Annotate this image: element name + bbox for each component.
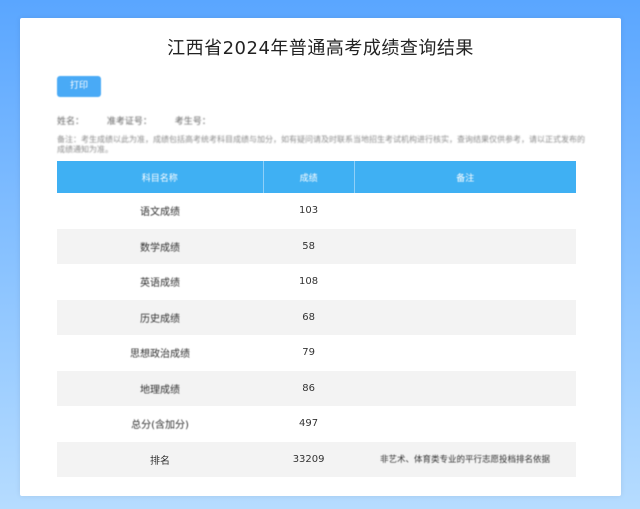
subject-cell: 语文成绩 — [57, 193, 263, 229]
note-cell — [354, 335, 576, 371]
table-row: 思想政治成绩 79 — [57, 335, 576, 371]
score-cell: 103 — [299, 205, 319, 217]
table-row: 排名 33209 非艺术、体育类专业的平行志愿投档排名依据 — [57, 441, 576, 477]
name-label: 姓名： — [57, 117, 85, 127]
note-cell — [354, 264, 576, 300]
score-cell: 86 — [263, 370, 355, 406]
exam-number-label: 准考证号： — [106, 117, 152, 127]
subject-cell: 历史成绩 — [57, 299, 264, 335]
subject-text: 历史成绩 — [140, 313, 181, 325]
print-button[interactable]: 打印 — [57, 76, 101, 97]
subject-cell: 地理成绩 — [57, 370, 264, 406]
header-subject-label: 科目名称 — [141, 173, 178, 184]
note-cell — [354, 370, 576, 406]
subject-cell: 总分(含加分) — [57, 406, 263, 442]
score-cell: 58 — [263, 228, 355, 264]
page-title: 江西省2024年普通高考成绩查询结果 — [167, 38, 474, 59]
subject-cell: 排名 — [57, 441, 264, 477]
note-cell — [354, 193, 576, 229]
note-cell: 非艺术、体育类专业的平行志愿投档排名依据 — [354, 441, 576, 477]
header-score-label: 成绩 — [299, 173, 318, 184]
header-note: 备注 — [354, 161, 576, 193]
subject-text: 思想政治成绩 — [130, 349, 191, 361]
note-text: 非艺术、体育类专业的平行志愿投档排名依据 — [380, 455, 551, 466]
table-row: 总分(含加分) 497 — [57, 406, 576, 442]
results-card: 江西省2024年普通高考成绩查询结果 打印 姓名： 准考证号： 考生号： 备注：… — [20, 18, 621, 496]
subject-cell: 数学成绩 — [57, 228, 264, 264]
subject-cell: 思想政治成绩 — [57, 335, 263, 371]
subject-cell: 英语成绩 — [57, 264, 263, 300]
subject-text: 总分(含加分) — [131, 420, 189, 432]
note-cell — [354, 299, 576, 335]
header-note-label: 备注 — [456, 173, 475, 184]
subject-text: 数学成绩 — [140, 242, 181, 254]
subject-text: 英语成绩 — [140, 278, 181, 290]
table-row: 数学成绩 58 — [57, 228, 576, 264]
remarks-note: 备注：考生成绩以此为准，成绩包括高考统考科目成绩与加分，如有疑问请及时联系当地招… — [57, 135, 585, 154]
score-cell: 68 — [263, 299, 355, 335]
table-row: 英语成绩 108 — [57, 264, 576, 300]
table-header-row: 科目名称 成绩 备注 — [57, 161, 576, 193]
score-cell: 108 — [299, 276, 319, 288]
score-cell: 33209 — [263, 441, 355, 477]
table-row: 历史成绩 68 — [57, 299, 576, 335]
score-cell: 497 — [299, 418, 319, 430]
table-row: 语文成绩 103 — [57, 193, 576, 229]
score-cell: 79 — [302, 347, 315, 359]
note-cell — [354, 406, 576, 442]
score-table: 科目名称 成绩 备注 语文成绩 103 数学成绩 58 英语成绩 108 历史成… — [57, 161, 576, 477]
table-row: 地理成绩 86 — [57, 370, 576, 406]
subject-text: 地理成绩 — [140, 384, 181, 396]
header-score: 成绩 — [263, 161, 355, 193]
candidate-number-label: 考生号： — [174, 117, 211, 127]
candidate-info: 姓名： 准考证号： 考生号： — [57, 114, 231, 127]
subject-text: 语文成绩 — [140, 207, 181, 219]
subject-text: 排名 — [150, 455, 171, 467]
header-subject: 科目名称 — [57, 161, 264, 193]
note-cell — [354, 228, 576, 264]
